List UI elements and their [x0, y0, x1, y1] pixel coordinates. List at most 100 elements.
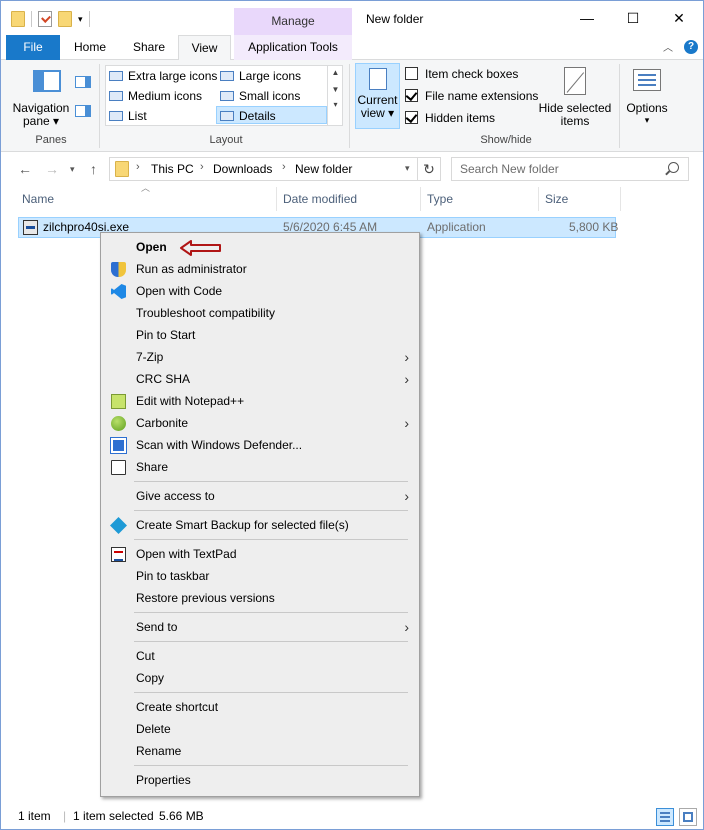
- checkbox-label: File name extensions: [425, 89, 539, 103]
- menu-separator: [134, 539, 408, 540]
- column-header-size[interactable]: Size: [541, 187, 621, 211]
- menu-item-run-as-administrator[interactable]: Run as administrator: [103, 258, 417, 280]
- menu-item-send-to[interactable]: Send to ›: [103, 616, 417, 638]
- textpad-icon: [111, 547, 126, 562]
- menu-item-delete[interactable]: Delete: [103, 718, 417, 740]
- recent-locations-chevron-icon[interactable]: ▾: [70, 164, 75, 175]
- file-name-extensions-toggle[interactable]: File name extensions: [405, 88, 538, 106]
- column-header-date-modified[interactable]: Date modified: [279, 187, 421, 211]
- layout-medium-icons[interactable]: Medium icons: [106, 87, 202, 105]
- minimize-ribbon-chevron-icon[interactable]: ︿: [663, 39, 673, 54]
- hidden-items-toggle[interactable]: Hidden items: [405, 110, 495, 128]
- hide-selected-label-2: items: [560, 114, 590, 128]
- tab-file[interactable]: File: [6, 35, 60, 60]
- menu-item-cut[interactable]: Cut: [103, 645, 417, 667]
- menu-item-label: Cut: [136, 649, 155, 663]
- layout-small-icons[interactable]: Small icons: [217, 87, 300, 105]
- menu-item-give-access-to[interactable]: Give access to ›: [103, 485, 417, 507]
- menu-item-open-with-code[interactable]: Open with Code: [103, 280, 417, 302]
- gallery-more-icon[interactable]: ▾: [328, 100, 343, 109]
- layout-list[interactable]: List: [106, 107, 147, 125]
- options-button[interactable]: Options ▾: [621, 60, 673, 130]
- layout-item-label: Medium icons: [128, 89, 203, 103]
- breadcrumb-chevron-icon[interactable]: ›: [200, 161, 204, 173]
- menu-item-restore-previous-versions[interactable]: Restore previous versions: [103, 587, 417, 609]
- search-input[interactable]: Search New folder: [451, 157, 689, 181]
- tab-view[interactable]: View: [178, 35, 231, 61]
- menu-item-troubleshoot-compatibility[interactable]: Troubleshoot compatibility: [103, 302, 417, 324]
- menu-item-properties[interactable]: Properties: [103, 769, 417, 791]
- help-icon[interactable]: ?: [684, 40, 698, 54]
- hide-selected-items-icon: [564, 67, 586, 95]
- share-icon: [111, 460, 126, 475]
- maximize-button[interactable]: ☐: [610, 1, 656, 35]
- column-header-type[interactable]: Type: [423, 187, 539, 211]
- back-arrow-icon[interactable]: ←: [18, 161, 32, 177]
- current-view-label-2: view ▾: [360, 106, 395, 120]
- details-view-button[interactable]: [656, 808, 674, 826]
- menu-item-crc-sha[interactable]: CRC SHA ›: [103, 368, 417, 390]
- layout-large-icons[interactable]: Large icons: [217, 67, 301, 85]
- hide-selected-items-button[interactable]: Hide selected items: [537, 60, 613, 130]
- menu-separator: [134, 481, 408, 482]
- scroll-up-icon[interactable]: ▲: [328, 68, 343, 77]
- menu-item-create-smart-backup[interactable]: Create Smart Backup for selected file(s): [103, 514, 417, 536]
- breadcrumb-chevron-icon[interactable]: ›: [136, 161, 140, 173]
- current-view-button[interactable]: Current view ▾: [355, 63, 400, 129]
- menu-item-label: Scan with Windows Defender...: [136, 438, 303, 452]
- menu-item-label: Edit with Notepad++: [136, 394, 245, 408]
- address-bar[interactable]: › This PC › Downloads › New folder ▾: [109, 157, 418, 181]
- layout-item-label: Extra large icons: [128, 69, 218, 83]
- menu-item-open-with-textpad[interactable]: Open with TextPad: [103, 543, 417, 565]
- menu-item-label: Delete: [136, 722, 171, 736]
- menu-item-copy[interactable]: Copy: [103, 667, 417, 689]
- menu-item-7-zip[interactable]: 7-Zip ›: [103, 346, 417, 368]
- menu-item-rename[interactable]: Rename: [103, 740, 417, 762]
- vscode-icon: [111, 284, 126, 299]
- menu-item-label: Send to: [136, 620, 178, 634]
- menu-item-pin-to-start[interactable]: Pin to Start: [103, 324, 417, 346]
- layout-details[interactable]: Details: [216, 106, 327, 124]
- menu-item-label: Carbonite: [136, 416, 189, 430]
- details-pane-icon[interactable]: [75, 105, 91, 117]
- tab-share[interactable]: Share: [123, 35, 175, 60]
- status-item-count: 1 item: [18, 809, 51, 823]
- properties-icon[interactable]: [38, 11, 52, 27]
- menu-item-create-shortcut[interactable]: Create shortcut: [103, 696, 417, 718]
- item-check-boxes-checkbox[interactable]: [405, 67, 418, 81]
- breadcrumb-downloads[interactable]: Downloads: [213, 162, 272, 176]
- tab-home[interactable]: Home: [65, 35, 115, 60]
- breadcrumb-this-pc[interactable]: This PC: [151, 162, 194, 176]
- refresh-button[interactable]: ↻: [418, 157, 441, 181]
- preview-pane-icon[interactable]: [75, 76, 91, 88]
- large-icons-view-button[interactable]: [679, 808, 697, 826]
- show-hide-group-label: Show/hide: [480, 134, 532, 146]
- close-button[interactable]: ✕: [656, 1, 702, 35]
- windows-defender-icon: [110, 437, 127, 454]
- tab-application-tools[interactable]: Application Tools: [234, 35, 352, 60]
- forward-arrow-icon[interactable]: →: [45, 161, 59, 177]
- customize-toolbar-dropdown[interactable]: ▾: [78, 14, 83, 25]
- menu-item-carbonite[interactable]: Carbonite ›: [103, 412, 417, 434]
- menu-item-scan-with-windows-defender[interactable]: Scan with Windows Defender...: [103, 434, 417, 456]
- hidden-items-checkbox[interactable]: [405, 111, 418, 125]
- layout-gallery-scroll[interactable]: ▲ ▼ ▾: [327, 65, 343, 126]
- status-selection-size: 5.66 MB: [159, 809, 204, 823]
- scroll-down-icon[interactable]: ▼: [328, 85, 343, 94]
- menu-item-edit-with-notepad-plus-plus[interactable]: Edit with Notepad++: [103, 390, 417, 412]
- up-arrow-icon[interactable]: ↑: [90, 161, 97, 177]
- breadcrumb-chevron-icon[interactable]: ›: [282, 161, 286, 173]
- menu-item-share[interactable]: Share: [103, 456, 417, 478]
- file-name-extensions-checkbox[interactable]: [405, 89, 418, 103]
- item-check-boxes-toggle[interactable]: Item check boxes: [405, 66, 518, 84]
- layout-extra-large-icons[interactable]: Extra large icons: [106, 67, 217, 85]
- navigation-pane-button[interactable]: Navigation pane ▾: [7, 60, 75, 130]
- new-folder-icon[interactable]: [58, 11, 72, 27]
- minimize-button[interactable]: —: [564, 1, 610, 35]
- address-dropdown-icon[interactable]: ▾: [405, 163, 410, 174]
- breadcrumb-new-folder[interactable]: New folder: [295, 162, 352, 176]
- menu-item-open[interactable]: Open: [103, 236, 417, 258]
- column-header-name[interactable]: Name: [18, 187, 277, 211]
- large-icons-view-icon: [683, 812, 693, 822]
- menu-item-pin-to-taskbar[interactable]: Pin to taskbar: [103, 565, 417, 587]
